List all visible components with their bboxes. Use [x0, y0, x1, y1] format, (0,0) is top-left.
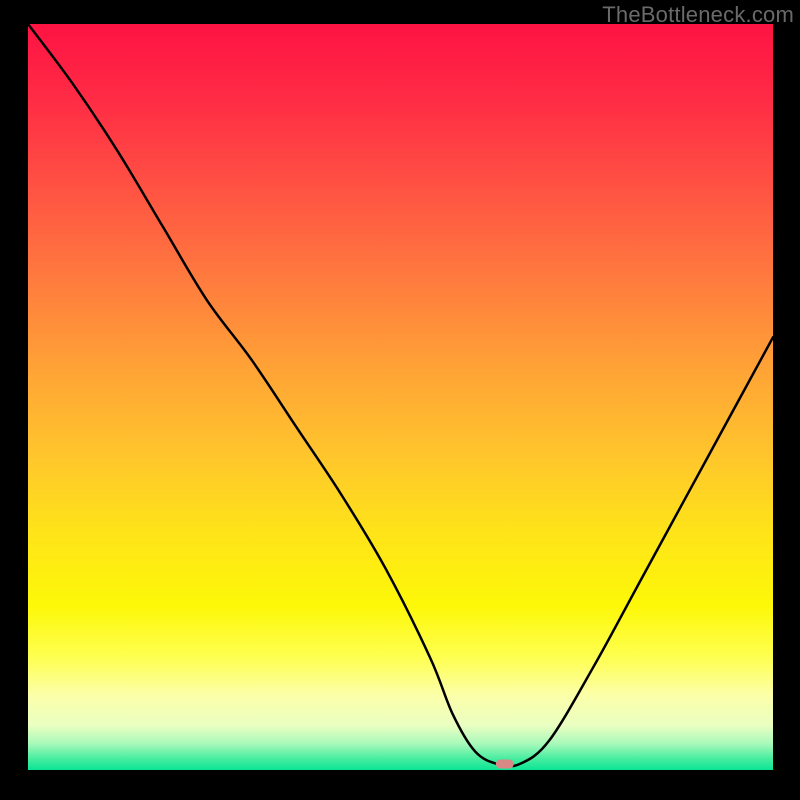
gradient-background: [28, 24, 773, 770]
optimal-marker: [496, 760, 514, 769]
watermark-text: TheBottleneck.com: [602, 2, 794, 28]
bottleneck-plot: [28, 24, 773, 770]
